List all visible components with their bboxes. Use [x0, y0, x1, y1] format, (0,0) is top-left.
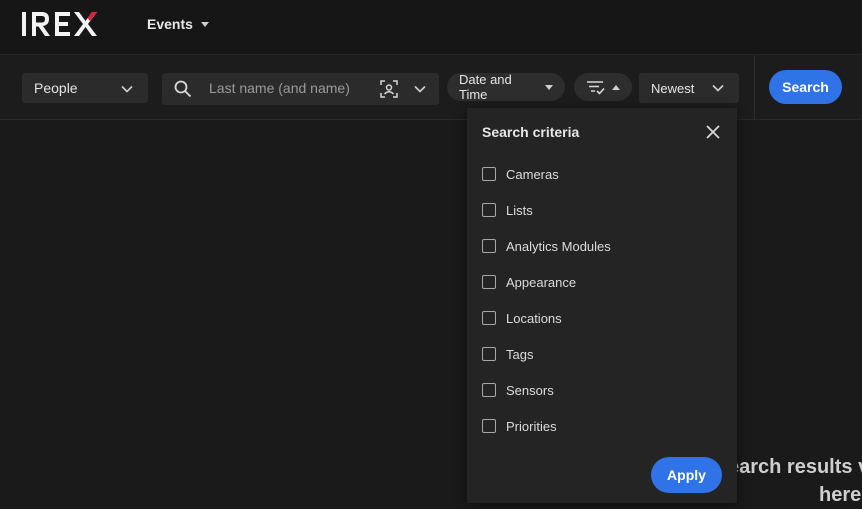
search-icon — [174, 80, 192, 98]
criteria-label: Lists — [506, 202, 533, 218]
criteria-label: Analytics Modules — [506, 238, 611, 254]
criteria-item-sensors[interactable]: Sensors — [482, 372, 722, 408]
irex-logo[interactable] — [22, 9, 114, 39]
criteria-item-cameras[interactable]: Cameras — [482, 156, 722, 192]
criteria-item-analytics-modules[interactable]: Analytics Modules — [482, 228, 722, 264]
criteria-filter-toggle[interactable] — [574, 73, 632, 101]
caret-down-icon — [545, 84, 553, 90]
search-button[interactable]: Search — [769, 70, 842, 104]
checkbox[interactable] — [482, 167, 496, 181]
sort-select-value: Newest — [651, 80, 695, 96]
criteria-label: Locations — [506, 310, 562, 326]
criteria-item-lists[interactable]: Lists — [482, 192, 722, 228]
events-nav-label: Events — [147, 16, 193, 32]
sort-select[interactable]: Newest — [639, 73, 739, 103]
top-bar: Events — [0, 0, 862, 55]
criteria-label: Tags — [506, 346, 534, 362]
chevron-down-icon — [712, 84, 724, 92]
checkbox[interactable] — [482, 419, 496, 433]
category-select-value: People — [34, 80, 78, 96]
events-nav-menu[interactable]: Events — [147, 16, 209, 32]
apply-button[interactable]: Apply — [651, 457, 722, 493]
search-input[interactable]: Last name (and name) — [162, 73, 439, 105]
criteria-item-locations[interactable]: Locations — [482, 300, 722, 336]
date-time-label: Date and Time — [459, 72, 512, 102]
category-select[interactable]: People — [22, 73, 148, 103]
filter-list-icon — [587, 81, 605, 95]
criteria-label: Priorities — [506, 418, 557, 434]
checkbox[interactable] — [482, 239, 496, 253]
criteria-item-tags[interactable]: Tags — [482, 336, 722, 372]
chevron-down-icon[interactable] — [413, 82, 427, 96]
caret-up-icon — [612, 84, 620, 90]
chevron-down-icon — [121, 85, 133, 93]
date-time-filter[interactable]: Date and Time — [447, 72, 565, 102]
empty-results-line1: earch results v — [728, 456, 862, 478]
checkbox[interactable] — [482, 203, 496, 217]
criteria-list: Cameras Lists Analytics Modules Appearan… — [482, 156, 722, 444]
checkbox[interactable] — [482, 383, 496, 397]
criteria-item-priorities[interactable]: Priorities — [482, 408, 722, 444]
checkbox[interactable] — [482, 347, 496, 361]
empty-results-message: earch results v here — [728, 453, 862, 509]
face-search-icon[interactable] — [380, 80, 398, 98]
criteria-item-appearance[interactable]: Appearance — [482, 264, 722, 300]
checkbox[interactable] — [482, 275, 496, 289]
panel-title: Search criteria — [482, 124, 580, 140]
caret-down-icon — [200, 21, 209, 27]
close-icon[interactable] — [705, 124, 721, 140]
search-placeholder: Last name (and name) — [209, 80, 350, 96]
criteria-label: Cameras — [506, 166, 559, 182]
search-criteria-panel: Search criteria Cameras Lists Analytics … — [467, 108, 737, 503]
criteria-label: Appearance — [506, 274, 577, 290]
checkbox[interactable] — [482, 311, 496, 325]
toolbar-divider — [754, 55, 755, 119]
criteria-label: Sensors — [506, 382, 554, 398]
empty-results-line2: here — [819, 484, 862, 506]
